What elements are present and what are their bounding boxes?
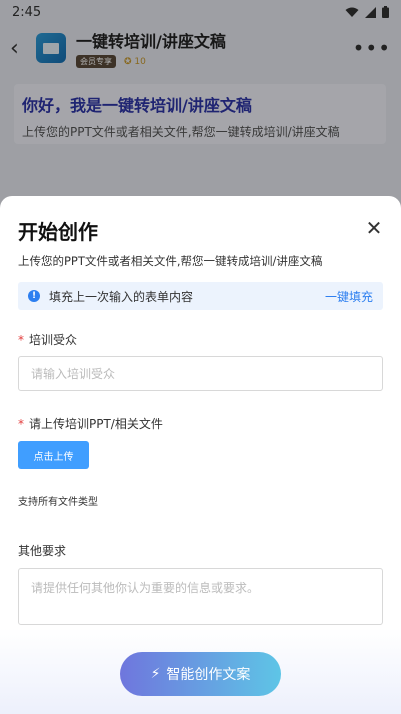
audience-input[interactable]: 请输入培训受众 — [18, 356, 383, 391]
lightning-icon: ⚡ — [150, 666, 161, 682]
create-sheet: 开始创作 ✕ 上传您的PPT文件或者相关文件,帮您一键转成培训/讲座文稿 ! 填… — [0, 196, 401, 714]
upload-button[interactable]: 点击上传 — [18, 441, 89, 469]
other-requirements-textarea[interactable]: 请提供任何其他你认为重要的信息或要求。 — [18, 568, 383, 625]
audience-label: * 培训受众 — [18, 333, 78, 347]
submit-button[interactable]: ⚡ 智能创作文案 — [120, 652, 281, 696]
info-icon: ! — [28, 290, 40, 302]
autofill-tip: ! 填充上一次输入的表单内容 一键填充 — [18, 282, 383, 310]
close-icon[interactable]: ✕ — [364, 218, 384, 238]
upload-hint: 支持所有文件类型 — [18, 497, 98, 508]
other-placeholder: 请提供任何其他你认为重要的信息或要求。 — [31, 581, 260, 595]
sheet-title: 开始创作 — [18, 220, 98, 244]
sheet-subtitle: 上传您的PPT文件或者相关文件,帮您一键转成培训/讲座文稿 — [18, 254, 323, 268]
audience-placeholder: 请输入培训受众 — [31, 367, 116, 381]
other-label: 其他要求 — [18, 544, 67, 558]
tip-text: 填充上一次输入的表单内容 — [49, 289, 194, 304]
submit-label: 智能创作文案 — [166, 667, 251, 683]
required-mark: * — [18, 333, 24, 347]
required-mark: * — [18, 417, 24, 431]
autofill-link[interactable]: 一键填充 — [325, 288, 373, 305]
upload-label: * 请上传培训PPT/相关文件 — [18, 417, 163, 431]
